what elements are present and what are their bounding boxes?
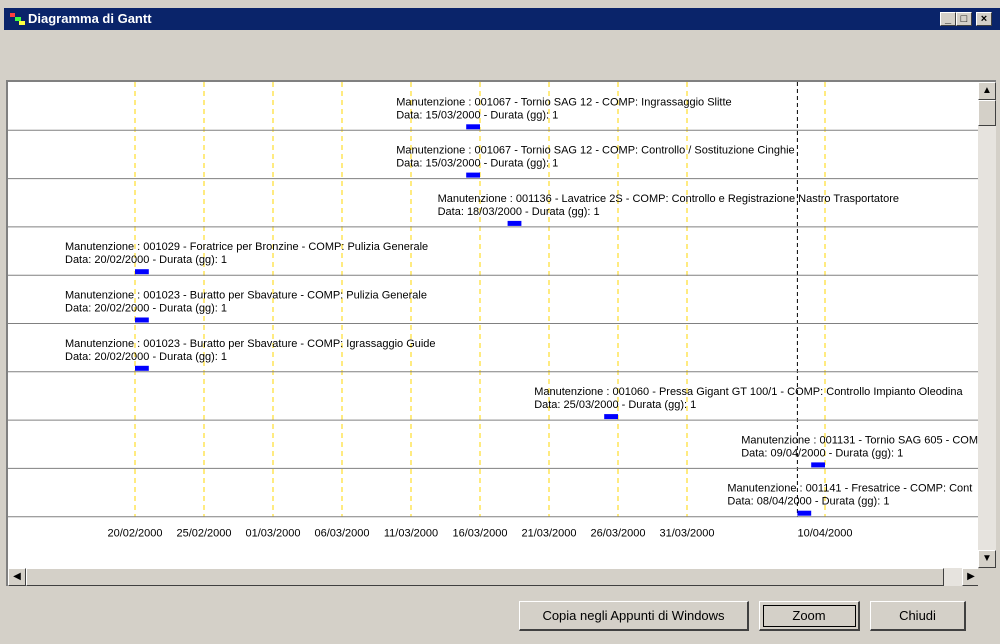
- task-bar: [135, 317, 149, 323]
- gantt-window: Diagramma di Gantt _ □ × 20/02/2000 25/02…: [0, 0, 1000, 644]
- x-tick-label: 06/03/2000: [314, 528, 369, 540]
- gantt-chart: 20/02/2000 25/02/2000 01/03/2000 06/03/2000…: [8, 82, 980, 540]
- x-tick-label: 31/03/2000: [659, 528, 714, 540]
- scroll-left-button[interactable]: ◀: [8, 568, 26, 586]
- window-title: Diagramma di Gantt: [28, 11, 152, 26]
- task-bar: [797, 510, 812, 516]
- task-detail: Data: 20/02/2000 - Durata (gg): 1: [65, 254, 227, 266]
- x-tick-label: 16/03/2000: [452, 528, 507, 540]
- task-label: Manutenzione : 001141 - Fresatrice - COM…: [727, 483, 972, 495]
- task-bar: [507, 220, 522, 226]
- task-detail: Data: 18/03/2000 - Durata (gg): 1: [438, 206, 600, 218]
- gantt-chart-frame: 20/02/2000 25/02/2000 01/03/2000 06/03/2000…: [6, 80, 996, 586]
- minimize-icon: _: [944, 13, 952, 25]
- close-icon: ×: [980, 13, 988, 25]
- task-bar: [466, 172, 480, 178]
- task-label: Manutenzione : 001060 - Pressa Gigant GT…: [534, 386, 963, 398]
- task-label: Manutenzione : 001136 - Lavatrice 2S - C…: [438, 193, 899, 205]
- task-bar: [466, 124, 480, 130]
- maximize-icon: □: [960, 13, 968, 25]
- scrollbar-corner: [978, 568, 996, 586]
- maximize-button[interactable]: □: [956, 12, 972, 26]
- task-detail: Data: 20/02/2000 - Durata (gg): 1: [65, 303, 227, 315]
- x-tick-label: 11/03/2000: [384, 528, 438, 540]
- task-bar: [135, 365, 149, 371]
- arrow-up-icon: ▲: [982, 85, 992, 96]
- task-label: Manutenzione : 001023 - Buratto per Sbav…: [65, 338, 436, 350]
- task-bar: [604, 414, 618, 420]
- vertical-scroll-thumb[interactable]: [978, 100, 996, 126]
- task-bar: [811, 462, 825, 468]
- task-label: Manutenzione : 001131 - Tornio SAG 605 -…: [741, 434, 978, 446]
- horizontal-scroll-thumb[interactable]: [26, 568, 944, 586]
- task-label: Manutenzione : 001023 - Buratto per Sbav…: [65, 290, 427, 302]
- x-tick-label: 01/03/2000: [245, 528, 300, 540]
- scroll-up-button[interactable]: ▲: [978, 82, 996, 100]
- vertical-scrollbar[interactable]: ▲ ▼: [978, 82, 996, 568]
- task-detail: Data: 08/04/2000 - Durata (gg): 1: [727, 496, 889, 508]
- x-tick-label: 10/04/2000: [797, 528, 852, 540]
- x-tick-label: 25/02/2000: [176, 528, 231, 540]
- task-label: Manutenzione : 001067 - Tornio SAG 12 - …: [396, 96, 731, 108]
- x-tick-label: 26/03/2000: [590, 528, 645, 540]
- minimize-button[interactable]: _: [940, 12, 956, 26]
- x-tick-label: 21/03/2000: [521, 528, 576, 540]
- arrow-right-icon: ▶: [967, 571, 975, 582]
- task-detail: Data: 20/02/2000 - Durata (gg): 1: [65, 351, 227, 363]
- task-bar: [135, 269, 149, 275]
- task-label: Manutenzione : 001029 - Foratrice per Br…: [65, 241, 428, 253]
- x-tick-label: 20/02/2000: [107, 528, 162, 540]
- title-bar[interactable]: Diagramma di Gantt _ □ ×: [4, 8, 1000, 30]
- task-detail: Data: 15/03/2000 - Durata (gg): 1: [396, 109, 558, 121]
- arrow-down-icon: ▼: [982, 553, 992, 564]
- horizontal-scrollbar[interactable]: ◀ ▶: [8, 568, 980, 586]
- gantt-app-icon: [10, 13, 25, 25]
- task-label: Manutenzione : 001067 - Tornio SAG 12 - …: [396, 145, 794, 157]
- close-button[interactable]: Chiudi: [870, 601, 966, 631]
- task-detail: Data: 09/04/2000 - Durata (gg): 1: [741, 447, 903, 459]
- task-detail: Data: 25/03/2000 - Durata (gg): 1: [534, 399, 696, 411]
- arrow-left-icon: ◀: [13, 571, 21, 582]
- task-detail: Data: 15/03/2000 - Durata (gg): 1: [396, 158, 558, 170]
- scroll-down-button[interactable]: ▼: [978, 550, 996, 568]
- copy-to-clipboard-button[interactable]: Copia negli Appunti di Windows: [519, 601, 749, 631]
- close-window-button[interactable]: ×: [976, 12, 992, 26]
- zoom-button[interactable]: Zoom: [759, 601, 860, 631]
